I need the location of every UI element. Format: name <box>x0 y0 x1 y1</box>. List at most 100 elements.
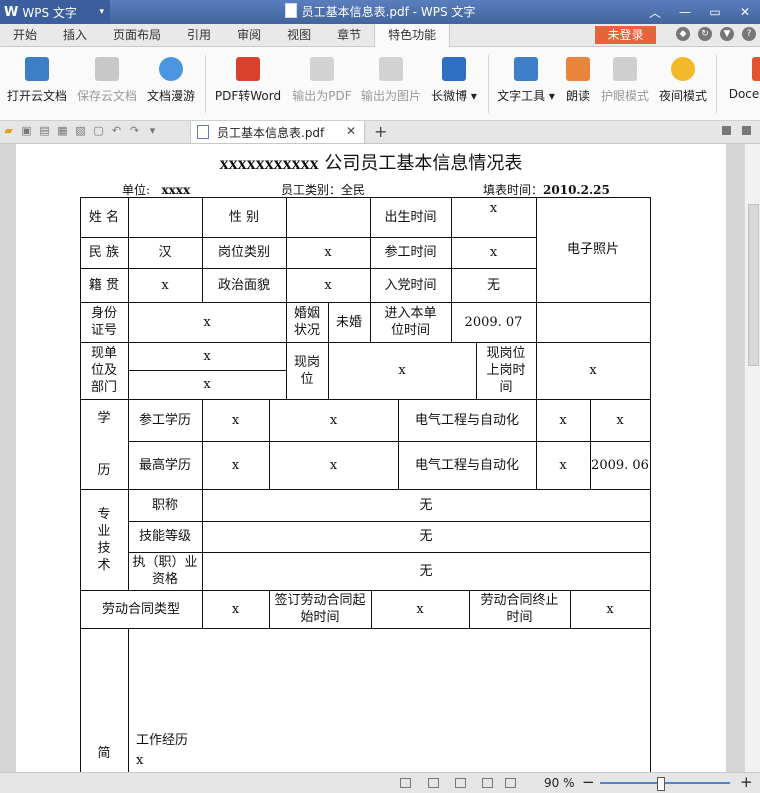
sync-icon[interactable]: ↻ <box>698 27 712 41</box>
outline-view-icon[interactable] <box>455 778 466 788</box>
open-cloud-doc-button[interactable]: 打开云文档 <box>4 55 70 113</box>
maximize-button[interactable]: ▭ <box>700 0 730 24</box>
docer-button[interactable]: Doce <box>724 55 760 113</box>
employee-category: 员工类别：全民 <box>281 183 366 197</box>
entry-major-value: 电气工程与自动化 <box>414 412 519 428</box>
work-start-value: x <box>489 245 498 260</box>
table-rule <box>469 590 470 629</box>
tab-options-icon[interactable] <box>742 126 751 135</box>
export-pdf-button[interactable]: 输出为PDF <box>291 55 353 113</box>
skin-icon[interactable]: ◆ <box>676 27 690 41</box>
vertical-scrollbar[interactable] <box>744 144 760 772</box>
tab-review[interactable]: 审阅 <box>224 24 274 46</box>
redo-icon[interactable]: ↷ <box>128 124 141 137</box>
document-tab-strip: ▰ ▣ ▤ ▦ ▧ ▢ ↶ ↷ ▾ 员工基本信息表.pdf ✕ + <box>0 121 760 144</box>
origin-label: 籍 贯 <box>88 277 120 293</box>
login-button[interactable]: 未登录 <box>595 26 656 44</box>
long-weibo-button[interactable]: 长微博 ▾ <box>428 55 480 113</box>
quick-menu-arrow-icon[interactable]: ▾ <box>146 124 159 137</box>
print-icon[interactable]: ▦ <box>56 124 69 137</box>
wps-menu-button[interactable]: W WPS 文字 ▾ <box>0 0 110 24</box>
tab-insert[interactable]: 插入 <box>50 24 100 46</box>
night-mode-button[interactable]: 夜间模式 <box>656 55 710 113</box>
page-icon[interactable]: ▢ <box>92 124 105 137</box>
tab-chapter[interactable]: 章节 <box>324 24 374 46</box>
eye-care-icon <box>613 57 637 81</box>
document-page: xxxxxxxxxxx 公司员工基本信息情况表 单位: xxxx 员工类别：全民… <box>16 144 726 772</box>
close-tab-icon[interactable]: ✕ <box>346 124 356 138</box>
web-view-icon[interactable] <box>482 778 493 788</box>
tab-list-icon[interactable] <box>722 126 731 135</box>
document-tab[interactable]: 员工基本信息表.pdf ✕ <box>190 121 365 143</box>
document-title: xxxxxxxxxxx 公司员工基本信息情况表 <box>16 149 726 175</box>
gender-label: 性 别 <box>228 209 260 225</box>
close-button[interactable]: ✕ <box>730 0 760 24</box>
weibo-icon <box>442 57 466 81</box>
undo-icon[interactable]: ↶ <box>110 124 123 137</box>
ribbon-label: 文档漫游 <box>146 89 195 103</box>
job-title-label: 职称 <box>151 497 178 513</box>
document-area[interactable]: xxxxxxxxxxx 公司员工基本信息情况表 单位: xxxx 员工类别：全民… <box>0 144 744 772</box>
save-as-icon[interactable]: ▤ <box>38 124 51 137</box>
current-dept-value: x <box>203 377 211 392</box>
zoom-out-button[interactable]: − <box>582 773 595 791</box>
origin-value: x <box>161 277 169 293</box>
zoom-level[interactable]: 90 % <box>544 776 575 790</box>
contract-end-label: 劳动合同终止时间 <box>480 593 559 625</box>
minimize-button[interactable]: — <box>670 0 700 24</box>
entry-education-value: x <box>329 412 338 428</box>
zoom-in-button[interactable]: + <box>740 773 753 791</box>
new-tab-button[interactable]: + <box>374 122 387 141</box>
export-image-button[interactable]: 输出为图片 <box>358 55 424 113</box>
contract-start-value: x <box>416 601 424 617</box>
zoom-slider[interactable] <box>600 782 730 784</box>
dropdown-arrow-icon: ▾ <box>545 89 555 103</box>
unit-field: 单位: xxxx <box>122 181 190 198</box>
ribbon-label: PDF转Word <box>214 89 282 103</box>
shirt-icon[interactable]: ▼ <box>720 27 734 41</box>
skill-level-label: 技能等级 <box>138 529 191 544</box>
cloud-open-icon <box>25 57 49 81</box>
help-icon[interactable]: ? <box>742 27 756 41</box>
tab-view[interactable]: 视图 <box>274 24 324 46</box>
entry-education-value: x <box>231 412 240 428</box>
party-join-label: 入党时间 <box>384 277 437 293</box>
save-cloud-doc-button[interactable]: 保存云文档 <box>74 55 140 113</box>
current-dept-label: 现单位及部门 <box>90 346 117 395</box>
scrollbar-thumb[interactable] <box>748 204 759 366</box>
tab-start[interactable]: 开始 <box>0 24 50 46</box>
table-rule <box>286 342 287 400</box>
eye-care-mode-button[interactable]: 护眼模式 <box>598 55 652 113</box>
read-view-icon[interactable] <box>505 778 516 788</box>
read-aloud-button[interactable]: 朗读 <box>562 55 594 113</box>
doc-roaming-button[interactable]: 文档漫游 <box>144 55 198 113</box>
text-tools-button[interactable]: 文字工具 ▾ <box>495 55 557 113</box>
table-rule <box>286 302 287 343</box>
print-preview-icon[interactable]: ▧ <box>74 124 87 137</box>
ribbon: 打开云文档 保存云文档 文档漫游 PDF转Word 输出为PDF 输出为图片 长… <box>0 47 760 121</box>
education-label: 历 <box>97 462 111 478</box>
tab-references[interactable]: 引用 <box>174 24 224 46</box>
fullscreen-view-icon[interactable] <box>400 778 411 788</box>
page-view-icon[interactable] <box>428 778 439 788</box>
entry-education-value: x <box>616 412 624 428</box>
open-folder-icon[interactable]: ▰ <box>2 124 15 137</box>
contract-type-label: 劳动合同类型 <box>101 601 180 617</box>
post-category-label: 岗位类别 <box>217 245 270 260</box>
save-icon[interactable]: ▣ <box>20 124 33 137</box>
night-mode-icon <box>671 57 695 81</box>
ribbon-label: 打开云文档 <box>6 89 67 103</box>
post-start-value: x <box>589 363 597 378</box>
highest-education-value: x <box>329 457 338 473</box>
work-history-value: x <box>136 752 144 768</box>
marital-value: 未婚 <box>335 314 362 330</box>
zoom-slider-knob[interactable] <box>657 777 665 791</box>
status-bar: 90 % − + <box>0 772 760 793</box>
tab-special-features[interactable]: 特色功能 <box>374 23 451 47</box>
tab-page-layout[interactable]: 页面布局 <box>100 24 174 46</box>
ribbon-label: 输出为PDF <box>292 89 352 103</box>
pdf-to-word-button[interactable]: PDF转Word <box>212 55 284 113</box>
cloud-save-icon <box>95 57 119 81</box>
collapse-icon[interactable]: ︿ <box>640 0 670 24</box>
highest-education-value: x <box>231 457 240 473</box>
